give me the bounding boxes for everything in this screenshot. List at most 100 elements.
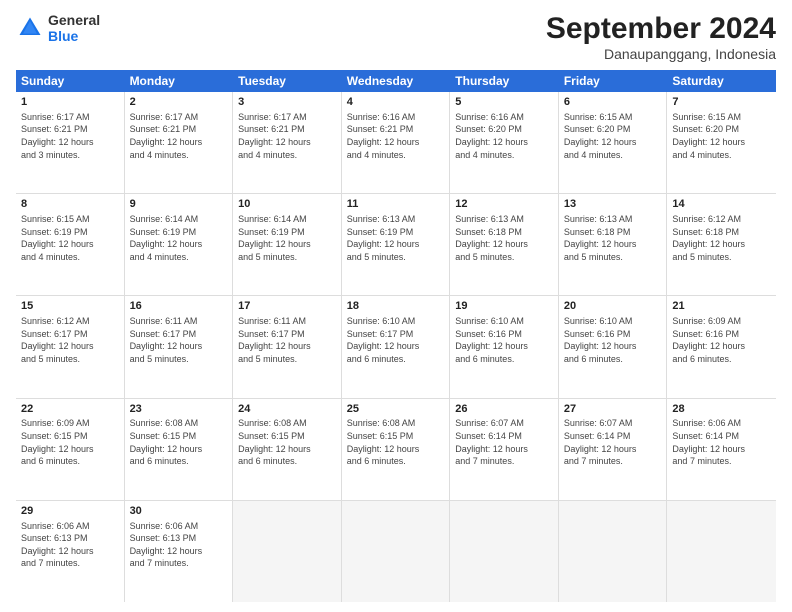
day-number: 6 bbox=[564, 95, 662, 110]
table-row: 3Sunrise: 6:17 AMSunset: 6:21 PMDaylight… bbox=[233, 92, 342, 193]
day-info: Sunrise: 6:15 AMSunset: 6:20 PMDaylight:… bbox=[672, 111, 771, 161]
logo-text: General Blue bbox=[48, 12, 100, 44]
header-saturday: Saturday bbox=[667, 70, 776, 92]
day-number: 18 bbox=[347, 299, 445, 314]
day-info: Sunrise: 6:15 AMSunset: 6:19 PMDaylight:… bbox=[21, 213, 119, 263]
day-number: 21 bbox=[672, 299, 771, 314]
day-info: Sunrise: 6:10 AMSunset: 6:16 PMDaylight:… bbox=[455, 315, 553, 365]
day-number: 28 bbox=[672, 402, 771, 417]
header-sunday: Sunday bbox=[16, 70, 125, 92]
table-row: 15Sunrise: 6:12 AMSunset: 6:17 PMDayligh… bbox=[16, 296, 125, 397]
day-number: 19 bbox=[455, 299, 553, 314]
day-number: 29 bbox=[21, 504, 119, 519]
calendar-week-5: 29 Sunrise: 6:06 AMSunset: 6:13 PMDayligh… bbox=[16, 501, 776, 602]
table-row: 30Sunrise: 6:06 AMSunset: 6:13 PMDayligh… bbox=[125, 501, 234, 602]
day-number: 7 bbox=[672, 95, 771, 110]
table-row: 4Sunrise: 6:16 AMSunset: 6:21 PMDaylight… bbox=[342, 92, 451, 193]
calendar-week-1: 1 Sunrise: 6:17 AMSunset: 6:21 PMDaylight… bbox=[16, 92, 776, 194]
calendar-header: Sunday Monday Tuesday Wednesday Thursday… bbox=[16, 70, 776, 92]
day-info: Sunrise: 6:06 AMSunset: 6:13 PMDaylight:… bbox=[130, 520, 228, 570]
table-row: 9Sunrise: 6:14 AMSunset: 6:19 PMDaylight… bbox=[125, 194, 234, 295]
table-row: 25Sunrise: 6:08 AMSunset: 6:15 PMDayligh… bbox=[342, 399, 451, 500]
table-row: 5Sunrise: 6:16 AMSunset: 6:20 PMDaylight… bbox=[450, 92, 559, 193]
day-info: Sunrise: 6:09 AMSunset: 6:16 PMDaylight:… bbox=[672, 315, 771, 365]
table-row: 1Sunrise: 6:17 AMSunset: 6:21 PMDaylight… bbox=[16, 92, 125, 193]
day-number: 16 bbox=[130, 299, 228, 314]
table-row: 11Sunrise: 6:13 AMSunset: 6:19 PMDayligh… bbox=[342, 194, 451, 295]
table-row: 23Sunrise: 6:08 AMSunset: 6:15 PMDayligh… bbox=[125, 399, 234, 500]
calendar-week-3: 15Sunrise: 6:12 AMSunset: 6:17 PMDayligh… bbox=[16, 296, 776, 398]
table-row: 29Sunrise: 6:06 AMSunset: 6:13 PMDayligh… bbox=[16, 501, 125, 602]
table-row: 24Sunrise: 6:08 AMSunset: 6:15 PMDayligh… bbox=[233, 399, 342, 500]
table-row: 7Sunrise: 6:15 AMSunset: 6:20 PMDaylight… bbox=[667, 92, 776, 193]
day-number: 8 bbox=[21, 197, 119, 212]
table-row: 27Sunrise: 6:07 AMSunset: 6:14 PMDayligh… bbox=[559, 399, 668, 500]
table-row bbox=[342, 501, 451, 602]
day-number: 15 bbox=[21, 299, 119, 314]
day-info: Sunrise: 6:08 AMSunset: 6:15 PMDaylight:… bbox=[238, 417, 336, 467]
day-info: Sunrise: 6:15 AMSunset: 6:20 PMDaylight:… bbox=[564, 111, 662, 161]
table-row: 10Sunrise: 6:14 AMSunset: 6:19 PMDayligh… bbox=[233, 194, 342, 295]
day-number: 26 bbox=[455, 402, 553, 417]
day-info: Sunrise: 6:14 AMSunset: 6:19 PMDaylight:… bbox=[130, 213, 228, 263]
table-row: 8Sunrise: 6:15 AMSunset: 6:19 PMDaylight… bbox=[16, 194, 125, 295]
day-number: 27 bbox=[564, 402, 662, 417]
day-number: 13 bbox=[564, 197, 662, 212]
table-row: 12Sunrise: 6:13 AMSunset: 6:18 PMDayligh… bbox=[450, 194, 559, 295]
day-number: 20 bbox=[564, 299, 662, 314]
day-number: 4 bbox=[347, 95, 445, 110]
table-row: 28Sunrise: 6:06 AMSunset: 6:14 PMDayligh… bbox=[667, 399, 776, 500]
day-info: Sunrise: 6:14 AMSunset: 6:19 PMDaylight:… bbox=[238, 213, 336, 263]
day-info: Sunrise: 6:07 AMSunset: 6:14 PMDaylight:… bbox=[564, 417, 662, 467]
day-info: Sunrise: 6:12 AMSunset: 6:18 PMDaylight:… bbox=[672, 213, 771, 263]
month-title: September 2024 bbox=[546, 12, 776, 46]
day-info: Sunrise: 6:08 AMSunset: 6:15 PMDaylight:… bbox=[130, 417, 228, 467]
header-thursday: Thursday bbox=[450, 70, 559, 92]
day-info: Sunrise: 6:11 AMSunset: 6:17 PMDaylight:… bbox=[130, 315, 228, 365]
table-row: 17Sunrise: 6:11 AMSunset: 6:17 PMDayligh… bbox=[233, 296, 342, 397]
day-number: 10 bbox=[238, 197, 336, 212]
table-row: 19Sunrise: 6:10 AMSunset: 6:16 PMDayligh… bbox=[450, 296, 559, 397]
header-friday: Friday bbox=[559, 70, 668, 92]
day-number: 2 bbox=[130, 95, 228, 110]
calendar-week-2: 8Sunrise: 6:15 AMSunset: 6:19 PMDaylight… bbox=[16, 194, 776, 296]
day-info: Sunrise: 6:16 AMSunset: 6:20 PMDaylight:… bbox=[455, 111, 553, 161]
day-number: 24 bbox=[238, 402, 336, 417]
logo-icon bbox=[16, 14, 44, 42]
day-number: 25 bbox=[347, 402, 445, 417]
day-info: Sunrise: 6:10 AMSunset: 6:17 PMDaylight:… bbox=[347, 315, 445, 365]
day-info: Sunrise: 6:16 AMSunset: 6:21 PMDaylight:… bbox=[347, 111, 445, 161]
day-number: 1 bbox=[21, 95, 119, 110]
table-row: 22Sunrise: 6:09 AMSunset: 6:15 PMDayligh… bbox=[16, 399, 125, 500]
day-info: Sunrise: 6:13 AMSunset: 6:18 PMDaylight:… bbox=[564, 213, 662, 263]
day-number: 12 bbox=[455, 197, 553, 212]
calendar-week-4: 22Sunrise: 6:09 AMSunset: 6:15 PMDayligh… bbox=[16, 399, 776, 501]
table-row: 20Sunrise: 6:10 AMSunset: 6:16 PMDayligh… bbox=[559, 296, 668, 397]
day-number: 14 bbox=[672, 197, 771, 212]
day-info: Sunrise: 6:17 AMSunset: 6:21 PMDaylight:… bbox=[130, 111, 228, 161]
day-number: 22 bbox=[21, 402, 119, 417]
day-info: Sunrise: 6:08 AMSunset: 6:15 PMDaylight:… bbox=[347, 417, 445, 467]
day-info: Sunrise: 6:13 AMSunset: 6:18 PMDaylight:… bbox=[455, 213, 553, 263]
day-info: Sunrise: 6:10 AMSunset: 6:16 PMDaylight:… bbox=[564, 315, 662, 365]
header-wednesday: Wednesday bbox=[342, 70, 451, 92]
day-number: 30 bbox=[130, 504, 228, 519]
table-row bbox=[667, 501, 776, 602]
header: General Blue September 2024 Danaupanggan… bbox=[16, 12, 776, 62]
day-number: 17 bbox=[238, 299, 336, 314]
table-row bbox=[233, 501, 342, 602]
table-row: 13Sunrise: 6:13 AMSunset: 6:18 PMDayligh… bbox=[559, 194, 668, 295]
page: General Blue September 2024 Danaupanggan… bbox=[0, 0, 792, 612]
day-info: Sunrise: 6:11 AMSunset: 6:17 PMDaylight:… bbox=[238, 315, 336, 365]
table-row: 2Sunrise: 6:17 AMSunset: 6:21 PMDaylight… bbox=[125, 92, 234, 193]
logo: General Blue bbox=[16, 12, 100, 44]
title-block: September 2024 Danaupanggang, Indonesia bbox=[546, 12, 776, 62]
table-row: 18Sunrise: 6:10 AMSunset: 6:17 PMDayligh… bbox=[342, 296, 451, 397]
day-number: 9 bbox=[130, 197, 228, 212]
day-number: 5 bbox=[455, 95, 553, 110]
day-number: 11 bbox=[347, 197, 445, 212]
day-info: Sunrise: 6:13 AMSunset: 6:19 PMDaylight:… bbox=[347, 213, 445, 263]
day-info: Sunrise: 6:06 AMSunset: 6:14 PMDaylight:… bbox=[672, 417, 771, 467]
day-info: Sunrise: 6:12 AMSunset: 6:17 PMDaylight:… bbox=[21, 315, 119, 365]
day-info: Sunrise: 6:09 AMSunset: 6:15 PMDaylight:… bbox=[21, 417, 119, 467]
